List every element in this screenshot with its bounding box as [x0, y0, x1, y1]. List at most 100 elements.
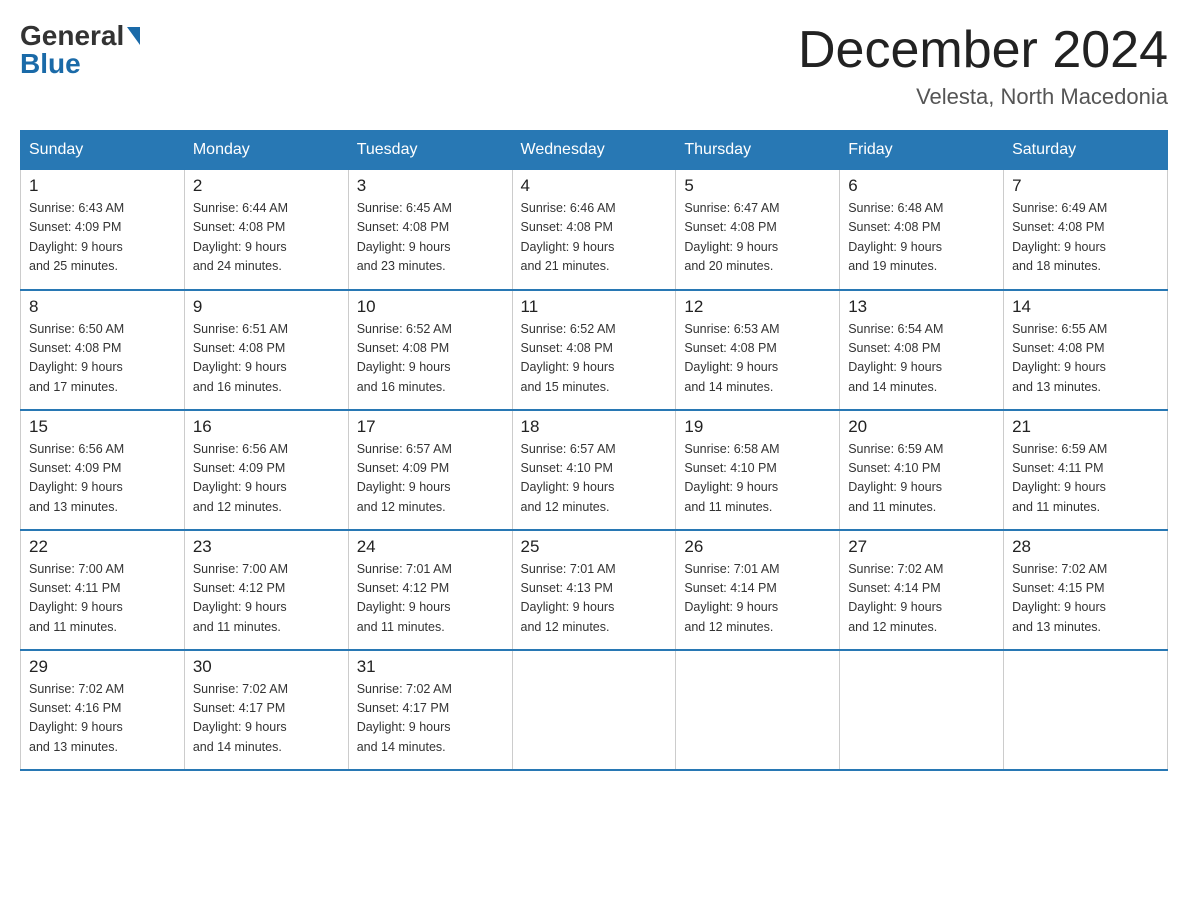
- weekday-header-sunday: Sunday: [21, 131, 185, 170]
- day-info: Sunrise: 6:48 AM Sunset: 4:08 PM Dayligh…: [848, 199, 995, 277]
- day-number: 8: [29, 297, 176, 317]
- day-info: Sunrise: 6:52 AM Sunset: 4:08 PM Dayligh…: [357, 320, 504, 398]
- day-number: 31: [357, 657, 504, 677]
- calendar-table: SundayMondayTuesdayWednesdayThursdayFrid…: [20, 130, 1168, 771]
- weekday-header-monday: Monday: [184, 131, 348, 170]
- day-info: Sunrise: 6:59 AM Sunset: 4:11 PM Dayligh…: [1012, 440, 1159, 518]
- day-info: Sunrise: 6:45 AM Sunset: 4:08 PM Dayligh…: [357, 199, 504, 277]
- day-number: 22: [29, 537, 176, 557]
- calendar-cell: 19 Sunrise: 6:58 AM Sunset: 4:10 PM Dayli…: [676, 410, 840, 530]
- calendar-week-row: 22 Sunrise: 7:00 AM Sunset: 4:11 PM Dayli…: [21, 530, 1168, 650]
- calendar-cell: [840, 650, 1004, 770]
- calendar-cell: 24 Sunrise: 7:01 AM Sunset: 4:12 PM Dayli…: [348, 530, 512, 650]
- day-info: Sunrise: 7:00 AM Sunset: 4:11 PM Dayligh…: [29, 560, 176, 638]
- calendar-cell: 20 Sunrise: 6:59 AM Sunset: 4:10 PM Dayli…: [840, 410, 1004, 530]
- day-number: 26: [684, 537, 831, 557]
- calendar-cell: 2Sunrise: 6:44 AM Sunset: 4:08 PM Daylig…: [184, 170, 348, 290]
- logo: General Blue: [20, 20, 140, 80]
- day-number: 21: [1012, 417, 1159, 437]
- calendar-cell: 16Sunrise: 6:56 AM Sunset: 4:09 PM Dayli…: [184, 410, 348, 530]
- day-info: Sunrise: 6:59 AM Sunset: 4:10 PM Dayligh…: [848, 440, 995, 518]
- calendar-cell: [1004, 650, 1168, 770]
- day-info: Sunrise: 7:02 AM Sunset: 4:17 PM Dayligh…: [357, 680, 504, 758]
- day-number: 15: [29, 417, 176, 437]
- page-header: General Blue December 2024 Velesta, Nort…: [20, 20, 1168, 110]
- day-number: 30: [193, 657, 340, 677]
- calendar-cell: 21 Sunrise: 6:59 AM Sunset: 4:11 PM Dayli…: [1004, 410, 1168, 530]
- day-info: Sunrise: 6:55 AM Sunset: 4:08 PM Dayligh…: [1012, 320, 1159, 398]
- calendar-cell: 22 Sunrise: 7:00 AM Sunset: 4:11 PM Dayli…: [21, 530, 185, 650]
- day-info: Sunrise: 7:01 AM Sunset: 4:12 PM Dayligh…: [357, 560, 504, 638]
- day-info: Sunrise: 7:02 AM Sunset: 4:17 PM Dayligh…: [193, 680, 340, 758]
- day-number: 19: [684, 417, 831, 437]
- day-number: 25: [521, 537, 668, 557]
- day-number: 29: [29, 657, 176, 677]
- day-number: 7: [1012, 176, 1159, 196]
- calendar-body: 1Sunrise: 6:43 AM Sunset: 4:09 PM Daylig…: [21, 170, 1168, 770]
- day-info: Sunrise: 6:56 AM Sunset: 4:09 PM Dayligh…: [29, 440, 176, 518]
- weekday-header-saturday: Saturday: [1004, 131, 1168, 170]
- calendar-cell: 10 Sunrise: 6:52 AM Sunset: 4:08 PM Dayli…: [348, 290, 512, 410]
- day-number: 17: [357, 417, 504, 437]
- day-number: 28: [1012, 537, 1159, 557]
- day-info: Sunrise: 6:57 AM Sunset: 4:09 PM Dayligh…: [357, 440, 504, 518]
- day-info: Sunrise: 6:51 AM Sunset: 4:08 PM Dayligh…: [193, 320, 340, 398]
- calendar-cell: 30 Sunrise: 7:02 AM Sunset: 4:17 PM Dayli…: [184, 650, 348, 770]
- day-number: 18: [521, 417, 668, 437]
- day-info: Sunrise: 7:01 AM Sunset: 4:13 PM Dayligh…: [521, 560, 668, 638]
- day-info: Sunrise: 6:58 AM Sunset: 4:10 PM Dayligh…: [684, 440, 831, 518]
- calendar-cell: 14Sunrise: 6:55 AM Sunset: 4:08 PM Dayli…: [1004, 290, 1168, 410]
- month-title: December 2024: [798, 20, 1168, 80]
- day-number: 3: [357, 176, 504, 196]
- day-info: Sunrise: 6:53 AM Sunset: 4:08 PM Dayligh…: [684, 320, 831, 398]
- day-info: Sunrise: 6:57 AM Sunset: 4:10 PM Dayligh…: [521, 440, 668, 518]
- day-number: 23: [193, 537, 340, 557]
- day-number: 12: [684, 297, 831, 317]
- day-info: Sunrise: 7:02 AM Sunset: 4:16 PM Dayligh…: [29, 680, 176, 758]
- day-number: 16: [193, 417, 340, 437]
- calendar-cell: 25 Sunrise: 7:01 AM Sunset: 4:13 PM Dayli…: [512, 530, 676, 650]
- calendar-cell: 6 Sunrise: 6:48 AM Sunset: 4:08 PM Daylig…: [840, 170, 1004, 290]
- calendar-cell: 12 Sunrise: 6:53 AM Sunset: 4:08 PM Dayli…: [676, 290, 840, 410]
- weekday-header-tuesday: Tuesday: [348, 131, 512, 170]
- day-number: 1: [29, 176, 176, 196]
- calendar-cell: 27Sunrise: 7:02 AM Sunset: 4:14 PM Dayli…: [840, 530, 1004, 650]
- day-info: Sunrise: 7:02 AM Sunset: 4:15 PM Dayligh…: [1012, 560, 1159, 638]
- calendar-cell: 28 Sunrise: 7:02 AM Sunset: 4:15 PM Dayli…: [1004, 530, 1168, 650]
- calendar-cell: 3 Sunrise: 6:45 AM Sunset: 4:08 PM Daylig…: [348, 170, 512, 290]
- logo-blue-text: Blue: [20, 48, 81, 80]
- day-number: 13: [848, 297, 995, 317]
- calendar-cell: 29 Sunrise: 7:02 AM Sunset: 4:16 PM Dayli…: [21, 650, 185, 770]
- day-number: 9: [193, 297, 340, 317]
- day-number: 20: [848, 417, 995, 437]
- day-number: 6: [848, 176, 995, 196]
- day-info: Sunrise: 6:52 AM Sunset: 4:08 PM Dayligh…: [521, 320, 668, 398]
- calendar-cell: 1Sunrise: 6:43 AM Sunset: 4:09 PM Daylig…: [21, 170, 185, 290]
- calendar-cell: 4 Sunrise: 6:46 AM Sunset: 4:08 PM Daylig…: [512, 170, 676, 290]
- calendar-cell: 15 Sunrise: 6:56 AM Sunset: 4:09 PM Dayli…: [21, 410, 185, 530]
- logo-arrow-icon: [127, 27, 140, 45]
- calendar-cell: 18 Sunrise: 6:57 AM Sunset: 4:10 PM Dayli…: [512, 410, 676, 530]
- day-info: Sunrise: 6:44 AM Sunset: 4:08 PM Dayligh…: [193, 199, 340, 277]
- calendar-cell: 23 Sunrise: 7:00 AM Sunset: 4:12 PM Dayli…: [184, 530, 348, 650]
- calendar-week-row: 29 Sunrise: 7:02 AM Sunset: 4:16 PM Dayli…: [21, 650, 1168, 770]
- day-info: Sunrise: 6:54 AM Sunset: 4:08 PM Dayligh…: [848, 320, 995, 398]
- day-number: 24: [357, 537, 504, 557]
- calendar-cell: 9 Sunrise: 6:51 AM Sunset: 4:08 PM Daylig…: [184, 290, 348, 410]
- day-number: 10: [357, 297, 504, 317]
- calendar-cell: 13 Sunrise: 6:54 AM Sunset: 4:08 PM Dayli…: [840, 290, 1004, 410]
- day-info: Sunrise: 6:46 AM Sunset: 4:08 PM Dayligh…: [521, 199, 668, 277]
- day-number: 4: [521, 176, 668, 196]
- calendar-cell: [512, 650, 676, 770]
- weekday-header-wednesday: Wednesday: [512, 131, 676, 170]
- calendar-cell: 26Sunrise: 7:01 AM Sunset: 4:14 PM Dayli…: [676, 530, 840, 650]
- calendar-cell: 5Sunrise: 6:47 AM Sunset: 4:08 PM Daylig…: [676, 170, 840, 290]
- weekday-header-friday: Friday: [840, 131, 1004, 170]
- weekday-header-thursday: Thursday: [676, 131, 840, 170]
- calendar-week-row: 8 Sunrise: 6:50 AM Sunset: 4:08 PM Daylig…: [21, 290, 1168, 410]
- calendar-week-row: 15 Sunrise: 6:56 AM Sunset: 4:09 PM Dayli…: [21, 410, 1168, 530]
- day-info: Sunrise: 6:50 AM Sunset: 4:08 PM Dayligh…: [29, 320, 176, 398]
- day-info: Sunrise: 7:00 AM Sunset: 4:12 PM Dayligh…: [193, 560, 340, 638]
- calendar-header: SundayMondayTuesdayWednesdayThursdayFrid…: [21, 131, 1168, 170]
- calendar-cell: 8 Sunrise: 6:50 AM Sunset: 4:08 PM Daylig…: [21, 290, 185, 410]
